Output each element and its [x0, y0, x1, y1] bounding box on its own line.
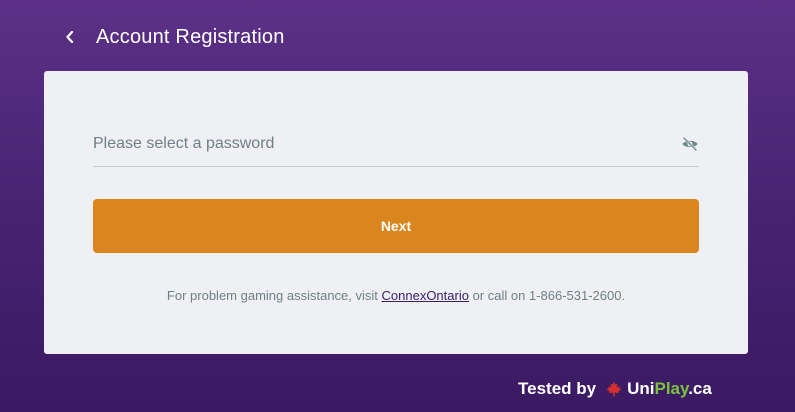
- registration-card: Next For problem gaming assistance, visi…: [44, 71, 748, 354]
- back-button[interactable]: [60, 23, 80, 51]
- brand-play: Play: [654, 379, 689, 398]
- brand-logo-text: UniPlay.ca: [627, 379, 712, 399]
- brand-uni: Uni: [627, 379, 655, 398]
- eye-off-icon[interactable]: [681, 135, 699, 153]
- chevron-left-icon: [66, 31, 74, 43]
- brand-ca: .ca: [688, 379, 712, 398]
- tested-by-label: Tested by: [518, 379, 597, 398]
- help-suffix: or call on 1-866-531-2600.: [468, 288, 626, 303]
- page-header: Account Registration: [60, 22, 285, 52]
- help-prefix: For problem gaming assistance, visit: [166, 288, 382, 303]
- next-button[interactable]: Next: [93, 199, 699, 253]
- connex-ontario-link[interactable]: ConnexOntario: [382, 288, 469, 303]
- help-text: For problem gaming assistance, visit Con…: [44, 288, 748, 303]
- maple-leaf-icon: [606, 381, 622, 397]
- password-input[interactable]: [93, 131, 663, 157]
- tested-by-badge: Tested by UniPlay.ca: [518, 376, 712, 402]
- password-field: [93, 123, 699, 167]
- page-title: Account Registration: [96, 25, 285, 48]
